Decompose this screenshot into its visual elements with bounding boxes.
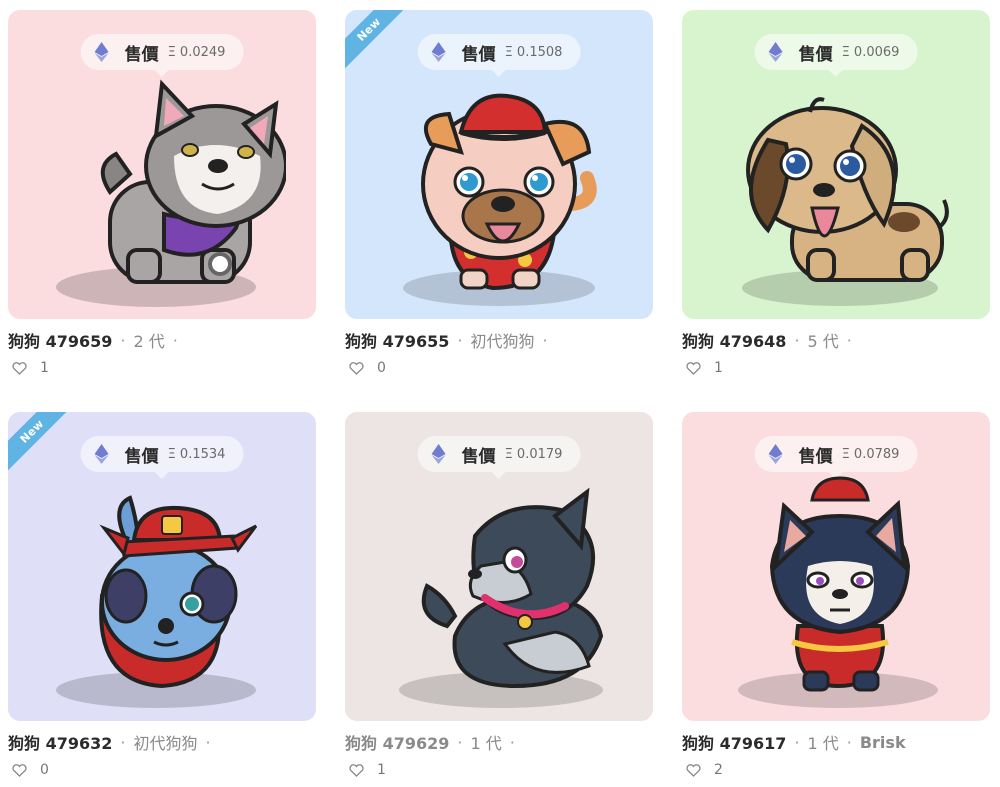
heart-icon[interactable] [349, 763, 364, 777]
price-tag: 售價 Ξ 0.0069 [754, 34, 918, 77]
new-badge: New [345, 10, 411, 71]
kitty-name[interactable]: 狗狗 479659 [8, 328, 112, 352]
kitty-generation: 1 代 [470, 734, 502, 753]
kitty-card[interactable]: 售價 Ξ 0.0249 狗狗 479659 · 2 代 · 1 [8, 10, 316, 377]
like-row: 0 [8, 761, 316, 779]
dog-illustration [712, 476, 960, 716]
eth-icon [431, 444, 446, 464]
price-tag: 售價 Ξ 0.0249 [80, 34, 244, 77]
heart-icon[interactable] [349, 361, 364, 375]
price-value: Ξ 0.0179 [504, 446, 563, 462]
kitty-meta: 狗狗 479655 · 初代狗狗 · [345, 327, 653, 353]
dog-illustration [375, 74, 623, 314]
kitty-generation: 2 代 [133, 332, 165, 351]
price-value: Ξ 0.1508 [504, 44, 563, 60]
heart-icon[interactable] [686, 763, 701, 777]
kitty-meta: 狗狗 479659 · 2 代 · [8, 327, 316, 353]
kitty-name[interactable]: 狗狗 479648 [682, 328, 786, 352]
kitty-meta: 狗狗 479648 · 5 代 · [682, 327, 990, 353]
price-label: 售價 [798, 44, 833, 65]
price-label: 售價 [461, 44, 496, 65]
kitty-image-tile[interactable]: 售價 Ξ 0.0179 [345, 412, 653, 721]
dog-illustration [712, 74, 960, 314]
eth-icon [94, 444, 109, 464]
kitty-generation: 初代狗狗 [470, 332, 535, 351]
kitty-image-tile[interactable]: 售價 Ξ 0.0249 [8, 10, 316, 319]
price-value: Ξ 0.1534 [167, 446, 226, 462]
like-count: 2 [714, 762, 723, 778]
kitty-card[interactable]: 售價 Ξ 0.0789 狗狗 479617 · 1 代 · Brisk 2 [682, 412, 990, 779]
like-row: 2 [682, 761, 990, 779]
like-count: 0 [40, 762, 49, 778]
kitty-meta: 狗狗 479632 · 初代狗狗 · [8, 729, 316, 755]
eth-icon [768, 444, 783, 464]
kitty-image-tile[interactable]: New 售價 Ξ 0.1534 [8, 412, 316, 721]
like-row: 1 [8, 359, 316, 377]
eth-icon [94, 42, 109, 62]
kitty-card[interactable]: 售價 Ξ 0.0179 狗狗 479629 · 1 代 · 1 [345, 412, 653, 779]
kitty-generation: 5 代 [807, 332, 839, 351]
price-label: 售價 [461, 446, 496, 467]
price-value: Ξ 0.0069 [841, 44, 900, 60]
price-label: 售價 [798, 446, 833, 467]
kitty-image-tile[interactable]: 售價 Ξ 0.0789 [682, 412, 990, 721]
kitty-generation: 初代狗狗 [133, 734, 198, 753]
kitty-meta: 狗狗 479629 · 1 代 · [345, 729, 653, 755]
kitty-name[interactable]: 狗狗 479629 [345, 730, 449, 754]
price-value: Ξ 0.0789 [841, 446, 900, 462]
like-row: 1 [345, 761, 653, 779]
kitty-card[interactable]: 售價 Ξ 0.0069 狗狗 479648 · 5 代 · 1 [682, 10, 990, 377]
like-row: 0 [345, 359, 653, 377]
price-tag: 售價 Ξ 0.1508 [417, 34, 581, 77]
heart-icon[interactable] [686, 361, 701, 375]
kitty-generation: 1 代 [807, 734, 839, 753]
kitty-image-tile[interactable]: New 售價 Ξ 0.1508 [345, 10, 653, 319]
kitty-card[interactable]: New 售價 Ξ 0.1534 狗狗 479632 · 初代狗狗 · 0 [8, 412, 316, 779]
like-count: 1 [714, 360, 723, 376]
new-badge: New [8, 412, 74, 473]
price-tag: 售價 Ξ 0.0179 [417, 436, 581, 479]
eth-icon [431, 42, 446, 62]
kitty-meta: 狗狗 479617 · 1 代 · Brisk [682, 729, 990, 755]
like-row: 1 [682, 359, 990, 377]
like-count: 0 [377, 360, 386, 376]
kitty-name[interactable]: 狗狗 479617 [682, 730, 786, 754]
price-tag: 售價 Ξ 0.1534 [80, 436, 244, 479]
heart-icon[interactable] [12, 763, 27, 777]
kitty-name[interactable]: 狗狗 479632 [8, 730, 112, 754]
dog-illustration [38, 74, 288, 314]
like-count: 1 [40, 360, 49, 376]
eth-icon [768, 42, 783, 62]
kitty-cooldown: Brisk [859, 732, 906, 752]
like-count: 1 [377, 762, 386, 778]
kitty-name[interactable]: 狗狗 479655 [345, 328, 449, 352]
heart-icon[interactable] [12, 361, 27, 375]
price-tag: 售價 Ξ 0.0789 [754, 436, 918, 479]
price-label: 售價 [124, 446, 159, 467]
price-value: Ξ 0.0249 [167, 44, 226, 60]
kitty-card[interactable]: New 售價 Ξ 0.1508 狗狗 479655 · 初代狗狗 · 0 [345, 10, 653, 377]
dog-illustration [375, 476, 623, 716]
price-label: 售價 [124, 44, 159, 65]
dog-illustration [38, 476, 286, 716]
kitty-image-tile[interactable]: 售價 Ξ 0.0069 [682, 10, 990, 319]
